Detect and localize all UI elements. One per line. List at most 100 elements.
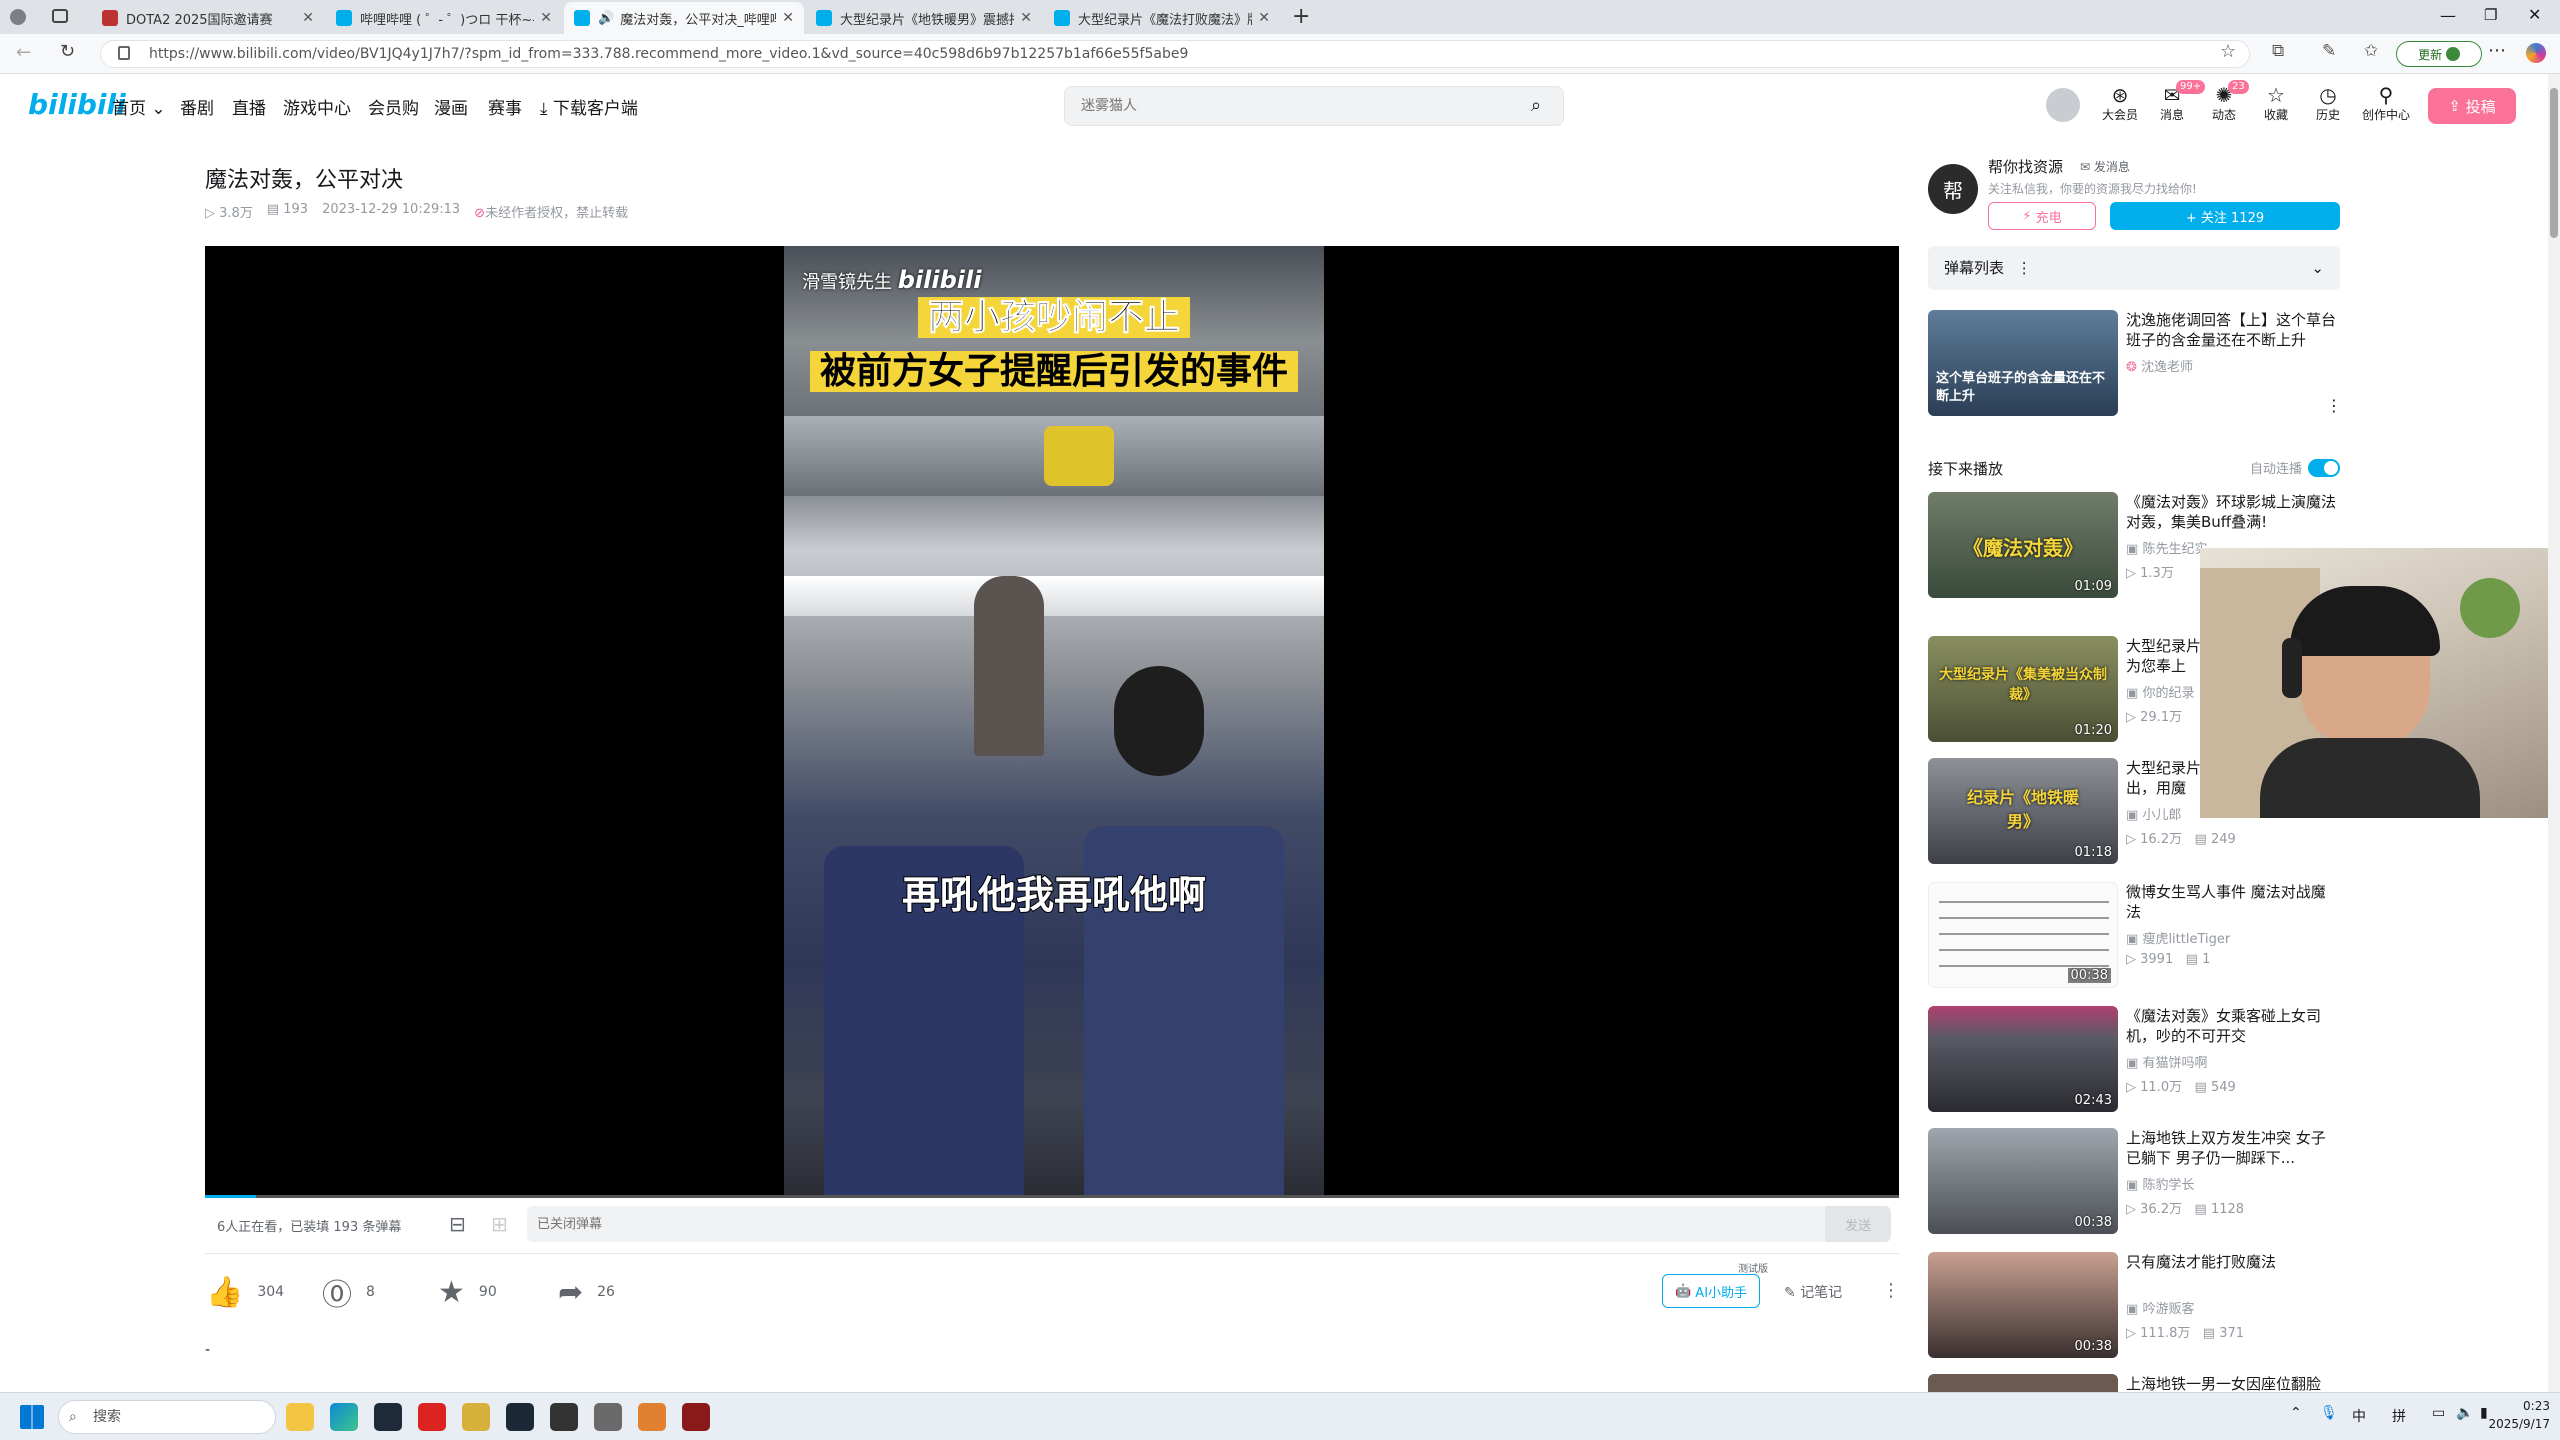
card-owner[interactable]: ▣ 有猫饼吗啊: [2126, 1052, 2207, 1071]
recommend-card[interactable]: 上海地铁一男一女因座位翻脸: [1928, 1374, 2340, 1392]
video-thumbnail[interactable]: 00:38: [1928, 882, 2118, 988]
app-icon[interactable]: [374, 1403, 402, 1431]
browser-tab-active[interactable]: 🔊 魔法对轰，公平对决_哔哩哔 ✕: [564, 2, 804, 34]
browser-tab[interactable]: DOTA2 2025国际邀请赛 ✕: [92, 2, 324, 34]
recommend-card[interactable]: 00:38 上海地铁上双方发生冲突 女子已躺下 男子仍一脚踩下... ▣ 陈豹学…: [1928, 1128, 2340, 1236]
favorites-icon[interactable]: ✩: [2364, 41, 2378, 61]
nav-game-center[interactable]: 游戏中心: [283, 94, 351, 119]
steam-icon[interactable]: [506, 1403, 534, 1431]
dota2-icon[interactable]: [682, 1403, 710, 1431]
extensions-icon[interactable]: ⧉: [2272, 41, 2284, 61]
video-frame[interactable]: 滑雪镜先生 bilibili 两小孩吵闹不止 被前方女子提醒后引发的事件 再吼他…: [784, 246, 1324, 1198]
ad-more-icon[interactable]: ⋮: [2326, 396, 2342, 415]
card-owner[interactable]: ▣ 陈先生纪实: [2126, 538, 2207, 557]
network-icon[interactable]: ▭: [2432, 1405, 2445, 1421]
danmaku-toggle-icon[interactable]: ⊟: [449, 1212, 466, 1236]
header-message[interactable]: ✉ 99+ 消息: [2148, 80, 2206, 123]
ad-title[interactable]: 沈逸施佬调回答【上】这个草台班子的含金量还在不断上升: [2126, 310, 2340, 350]
nav-live[interactable]: 直播: [232, 94, 266, 119]
header-favorite[interactable]: ☆ 收藏: [2252, 84, 2300, 123]
new-tab-icon[interactable]: +: [1292, 4, 1310, 29]
card-title[interactable]: 《魔法对轰》环球影城上演魔法对轰，集美Buff叠满!: [2126, 492, 2340, 532]
netease-music-icon[interactable]: [418, 1403, 446, 1431]
more-vertical-icon[interactable]: ⋮: [2017, 259, 2032, 277]
ad-card[interactable]: 这个草台班子的含金量还在不断上升 沈逸施佬调回答【上】这个草台班子的含金量还在不…: [1928, 310, 2342, 418]
header-vip[interactable]: ⊛ 大会员: [2096, 84, 2144, 123]
header-history[interactable]: ◷ 历史: [2304, 84, 2352, 123]
ai-assistant-button[interactable]: 🤖 AI小助手: [1662, 1274, 1760, 1308]
upload-button[interactable]: ⇪ 投稿: [2428, 88, 2516, 124]
audio-playing-icon[interactable]: 🔊: [598, 11, 614, 26]
app-icon[interactable]: [550, 1403, 578, 1431]
url-field[interactable]: https://www.bilibili.com/video/BV1JQ4y1J…: [100, 40, 2250, 68]
close-tab-icon[interactable]: ✕: [782, 10, 794, 26]
follow-button[interactable]: + 关注 1129: [2110, 202, 2340, 230]
app-icon[interactable]: [594, 1403, 622, 1431]
uploader-name[interactable]: 帮你找资源: [1988, 156, 2063, 177]
site-info-icon[interactable]: [118, 46, 130, 60]
app-owl-icon[interactable]: [462, 1403, 490, 1431]
nav-esports[interactable]: 赛事: [488, 94, 522, 119]
video-thumbnail[interactable]: 00:38: [1928, 1128, 2118, 1234]
card-title[interactable]: 只有魔法才能打败魔法: [2126, 1252, 2340, 1272]
recommend-card[interactable]: 02:43 《魔法对轰》女乘客碰上女司机，吵的不可开交 ▣ 有猫饼吗啊 ▷ 11…: [1928, 1006, 2340, 1114]
notes-button[interactable]: ✎ 记笔记: [1784, 1282, 1842, 1302]
search-input[interactable]: [1065, 87, 1505, 125]
video-thumbnail[interactable]: 02:43: [1928, 1006, 2118, 1112]
volume-icon[interactable]: 🔈: [2456, 1405, 2473, 1421]
close-tab-icon[interactable]: ✕: [302, 10, 314, 26]
microphone-icon[interactable]: 🎙: [2320, 1405, 2338, 1421]
header-dynamic[interactable]: ✺ 23 动态: [2200, 80, 2249, 123]
back-icon[interactable]: ←: [16, 42, 31, 63]
clock-time[interactable]: 0:23: [2510, 1399, 2550, 1413]
danmaku-input[interactable]: [527, 1206, 1827, 1242]
minimize-icon[interactable]: —: [2440, 6, 2456, 25]
bookmark-star-icon[interactable]: ☆: [2220, 41, 2236, 62]
coin-button[interactable]: ⓪8: [322, 1272, 375, 1313]
favorite-button[interactable]: ★ 90: [438, 1272, 497, 1312]
nav-mall[interactable]: 会员购: [368, 94, 419, 119]
card-owner[interactable]: ▣ 你的纪录: [2126, 682, 2194, 701]
toggle-switch[interactable]: [2308, 458, 2341, 477]
ad-owner[interactable]: ❂ 沈逸老师: [2126, 356, 2193, 375]
ime-lang-label[interactable]: 中: [2352, 1406, 2366, 1426]
card-owner[interactable]: ▣ 小儿郎: [2126, 804, 2181, 823]
copilot-icon[interactable]: [2526, 43, 2546, 63]
nav-bangumi[interactable]: 番剧: [180, 94, 214, 119]
extension-icon[interactable]: ✎: [2322, 41, 2336, 61]
card-owner[interactable]: ▣ 瘦虎littleTiger: [2126, 928, 2230, 947]
danmaku-list-header[interactable]: 弹幕列表 ⋮ ⌄: [1928, 246, 2340, 290]
video-thumbnail[interactable]: 大型纪录片《集美被当众制裁》 01:20: [1928, 636, 2118, 742]
edge-browser-icon[interactable]: [330, 1403, 358, 1431]
chevron-down-icon[interactable]: ⌄: [2311, 246, 2324, 290]
recommend-card[interactable]: 00:38 微博女生骂人事件 魔法对战魔法 ▣ 瘦虎littleTiger ▷ …: [1928, 882, 2340, 990]
browser-tab[interactable]: 哔哩哔哩 ( ゜- ゜)つロ 干杯~-bilibi✕: [326, 2, 562, 34]
card-owner[interactable]: ▣ 吟游贩客: [2126, 1298, 2194, 1317]
close-tab-icon[interactable]: ✕: [1020, 10, 1032, 26]
page-scrollbar[interactable]: [2548, 74, 2560, 1392]
close-window-icon[interactable]: ✕: [2528, 5, 2541, 24]
video-thumbnail[interactable]: 纪录片《地铁暖男》 01:18: [1928, 758, 2118, 864]
windows-start-icon[interactable]: [20, 1405, 44, 1429]
maximize-icon[interactable]: ❐: [2484, 6, 2497, 24]
header-creator[interactable]: ⚲ 创作中心: [2356, 84, 2416, 123]
card-title[interactable]: 上海地铁上双方发生冲突 女子已躺下 男子仍一脚踩下...: [2126, 1128, 2340, 1168]
app-icon[interactable]: [638, 1403, 666, 1431]
clock-date[interactable]: 2025/9/17: [2486, 1417, 2550, 1431]
close-tab-icon[interactable]: ✕: [540, 10, 552, 26]
danmaku-settings-icon[interactable]: ⊞: [491, 1212, 508, 1236]
file-explorer-icon[interactable]: [286, 1403, 314, 1431]
video-player[interactable]: 滑雪镜先生 bilibili 两小孩吵闹不止 被前方女子提醒后引发的事件 再吼他…: [205, 246, 1899, 1198]
more-menu-icon[interactable]: ⋯: [2488, 40, 2506, 61]
card-title[interactable]: 上海地铁一男一女因座位翻脸: [2126, 1374, 2340, 1392]
like-button[interactable]: 👍 304: [206, 1272, 284, 1312]
close-tab-icon[interactable]: ✕: [1258, 10, 1270, 26]
refresh-icon[interactable]: ↻: [60, 41, 75, 62]
recommend-card[interactable]: 00:38 只有魔法才能打败魔法 ▣ 吟游贩客 ▷ 111.8万 ▤ 371: [1928, 1252, 2340, 1360]
autoplay-toggle[interactable]: 自动连播: [2250, 458, 2341, 477]
message-uploader-button[interactable]: ✉ 发消息: [2080, 158, 2130, 175]
card-title[interactable]: 《魔法对轰》女乘客碰上女司机，吵的不可开交: [2126, 1006, 2340, 1046]
uploader-avatar[interactable]: 帮: [1928, 164, 1978, 214]
ime-mode-label[interactable]: 拼: [2392, 1406, 2406, 1426]
browser-tab[interactable]: 大型纪录片《魔法打败魔法》版本✕: [1044, 2, 1280, 34]
